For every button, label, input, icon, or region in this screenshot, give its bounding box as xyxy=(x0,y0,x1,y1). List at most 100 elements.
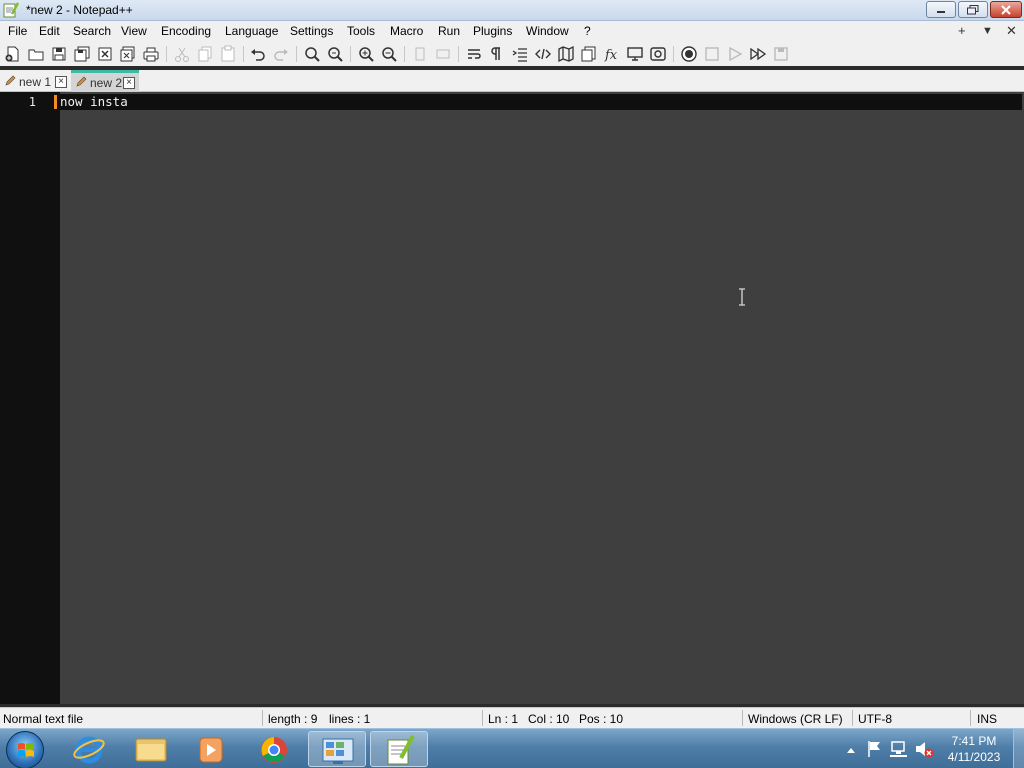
tab-new-1[interactable]: new 1 × xyxy=(0,72,68,92)
show-hidden-icons-icon[interactable] xyxy=(844,729,858,768)
status-lines: lines : 1 xyxy=(329,712,371,726)
paste-icon[interactable] xyxy=(219,45,237,63)
text-cursor-icon xyxy=(739,288,745,306)
clock-date: 4/11/2023 xyxy=(947,750,1001,764)
tab-label: new 1 xyxy=(19,75,52,89)
folder-workspace-icon[interactable] xyxy=(649,45,667,63)
taskbar-chrome[interactable] xyxy=(245,731,303,767)
media-player-icon xyxy=(199,737,223,763)
menu-plugins[interactable]: Plugins xyxy=(473,24,512,38)
toolbar-separator xyxy=(404,46,405,62)
line-number: 1 xyxy=(28,95,36,109)
menu-help[interactable]: ? xyxy=(584,24,591,38)
svg-text:fx: fx xyxy=(604,48,618,63)
minimize-icon xyxy=(937,10,945,13)
menu-run[interactable]: Run xyxy=(438,24,460,38)
tab-list-button[interactable]: ▼ xyxy=(982,25,993,37)
status-eol[interactable]: Windows (CR LF) xyxy=(748,712,843,726)
tab-close-icon[interactable]: × xyxy=(55,76,67,88)
network-icon[interactable] xyxy=(889,729,909,768)
windows-logo-icon xyxy=(18,743,34,757)
menu-tools[interactable]: Tools xyxy=(347,24,375,38)
pencil-icon xyxy=(5,75,16,86)
copy-icon[interactable] xyxy=(196,45,214,63)
record-macro-icon[interactable] xyxy=(680,45,698,63)
word-wrap-icon[interactable] xyxy=(465,45,483,63)
menu-edit[interactable]: Edit xyxy=(39,24,60,38)
taskbar-internet-explorer[interactable] xyxy=(60,731,118,767)
taskbar-media-player[interactable] xyxy=(182,731,240,767)
taskbar-file-explorer[interactable] xyxy=(121,731,179,767)
menu-macro[interactable]: Macro xyxy=(390,24,423,38)
undo-icon[interactable] xyxy=(249,45,267,63)
toolbar-separator xyxy=(673,46,674,62)
editor-area[interactable]: 1 now insta xyxy=(0,92,1024,704)
toolbar: fx xyxy=(0,42,1024,66)
xml-tag-icon[interactable] xyxy=(534,45,552,63)
editor-text[interactable]: now insta xyxy=(60,94,128,109)
fx-icon[interactable]: fx xyxy=(603,45,621,63)
volume-muted-icon[interactable] xyxy=(913,729,935,768)
menu-view[interactable]: View xyxy=(121,24,147,38)
clock-time: 7:41 PM xyxy=(951,734,997,748)
save-icon[interactable] xyxy=(50,45,68,63)
close-icon xyxy=(1001,4,1011,15)
restore-button[interactable] xyxy=(958,1,988,18)
action-center-flag-icon[interactable] xyxy=(865,729,885,768)
tab-new-2[interactable]: new 2 × xyxy=(71,70,139,92)
function-list-icon[interactable] xyxy=(580,45,598,63)
sync-horizontal-icon[interactable] xyxy=(434,45,452,63)
minimize-button[interactable] xyxy=(926,1,956,18)
monitor-icon[interactable] xyxy=(626,45,644,63)
play-macro-icon[interactable] xyxy=(726,45,744,63)
open-file-icon[interactable] xyxy=(27,45,45,63)
run-macro-multiple-icon[interactable] xyxy=(749,45,767,63)
menu-language[interactable]: Language xyxy=(225,24,278,38)
show-all-chars-icon[interactable] xyxy=(488,45,506,63)
close-icon[interactable] xyxy=(96,45,114,63)
print-icon[interactable] xyxy=(142,45,160,63)
show-desktop-button[interactable] xyxy=(1013,729,1024,768)
chrome-icon xyxy=(261,737,287,763)
system-clock[interactable]: 7:41 PM 4/11/2023 xyxy=(938,733,1010,765)
close-window-button[interactable] xyxy=(990,1,1022,18)
save-macro-icon[interactable] xyxy=(772,45,790,63)
menu-window[interactable]: Window xyxy=(526,24,569,38)
change-marker xyxy=(54,95,57,109)
tab-label: new 2 xyxy=(90,76,123,90)
zoom-out-icon[interactable] xyxy=(380,45,398,63)
status-insert-mode[interactable]: INS xyxy=(977,712,997,726)
menu-file[interactable]: File xyxy=(8,24,27,38)
status-separator xyxy=(852,710,853,726)
taskbar-notepad-plus-plus[interactable] xyxy=(370,731,428,767)
taskbar-control-panel[interactable] xyxy=(308,731,366,767)
menu-settings[interactable]: Settings xyxy=(290,24,333,38)
status-separator xyxy=(742,710,743,726)
zoom-in-icon[interactable] xyxy=(357,45,375,63)
current-line-highlight xyxy=(60,94,1022,110)
find-icon[interactable] xyxy=(303,45,321,63)
new-file-icon[interactable] xyxy=(4,45,22,63)
cut-icon[interactable] xyxy=(173,45,191,63)
tab-close-icon[interactable]: × xyxy=(123,77,135,89)
toolbar-separator xyxy=(243,46,244,62)
save-all-icon[interactable] xyxy=(73,45,91,63)
close-all-icon[interactable] xyxy=(119,45,137,63)
status-length: length : 9 xyxy=(268,712,318,726)
status-position: Pos : 10 xyxy=(579,712,624,726)
toolbar-separator xyxy=(296,46,297,62)
start-button[interactable] xyxy=(6,731,44,768)
stop-record-icon[interactable] xyxy=(703,45,721,63)
menu-search[interactable]: Search xyxy=(73,24,111,38)
indent-guide-icon[interactable] xyxy=(511,45,529,63)
toolbar-separator xyxy=(166,46,167,62)
close-doc-button[interactable]: ✕ xyxy=(1006,23,1017,39)
replace-icon[interactable] xyxy=(326,45,344,63)
add-tab-button[interactable]: + xyxy=(958,23,966,38)
document-map-icon[interactable] xyxy=(557,45,575,63)
redo-icon[interactable] xyxy=(272,45,290,63)
menu-encoding[interactable]: Encoding xyxy=(161,24,211,38)
sync-vertical-icon[interactable] xyxy=(411,45,429,63)
status-encoding[interactable]: UTF-8 xyxy=(858,712,892,726)
restore-icon xyxy=(967,4,979,14)
